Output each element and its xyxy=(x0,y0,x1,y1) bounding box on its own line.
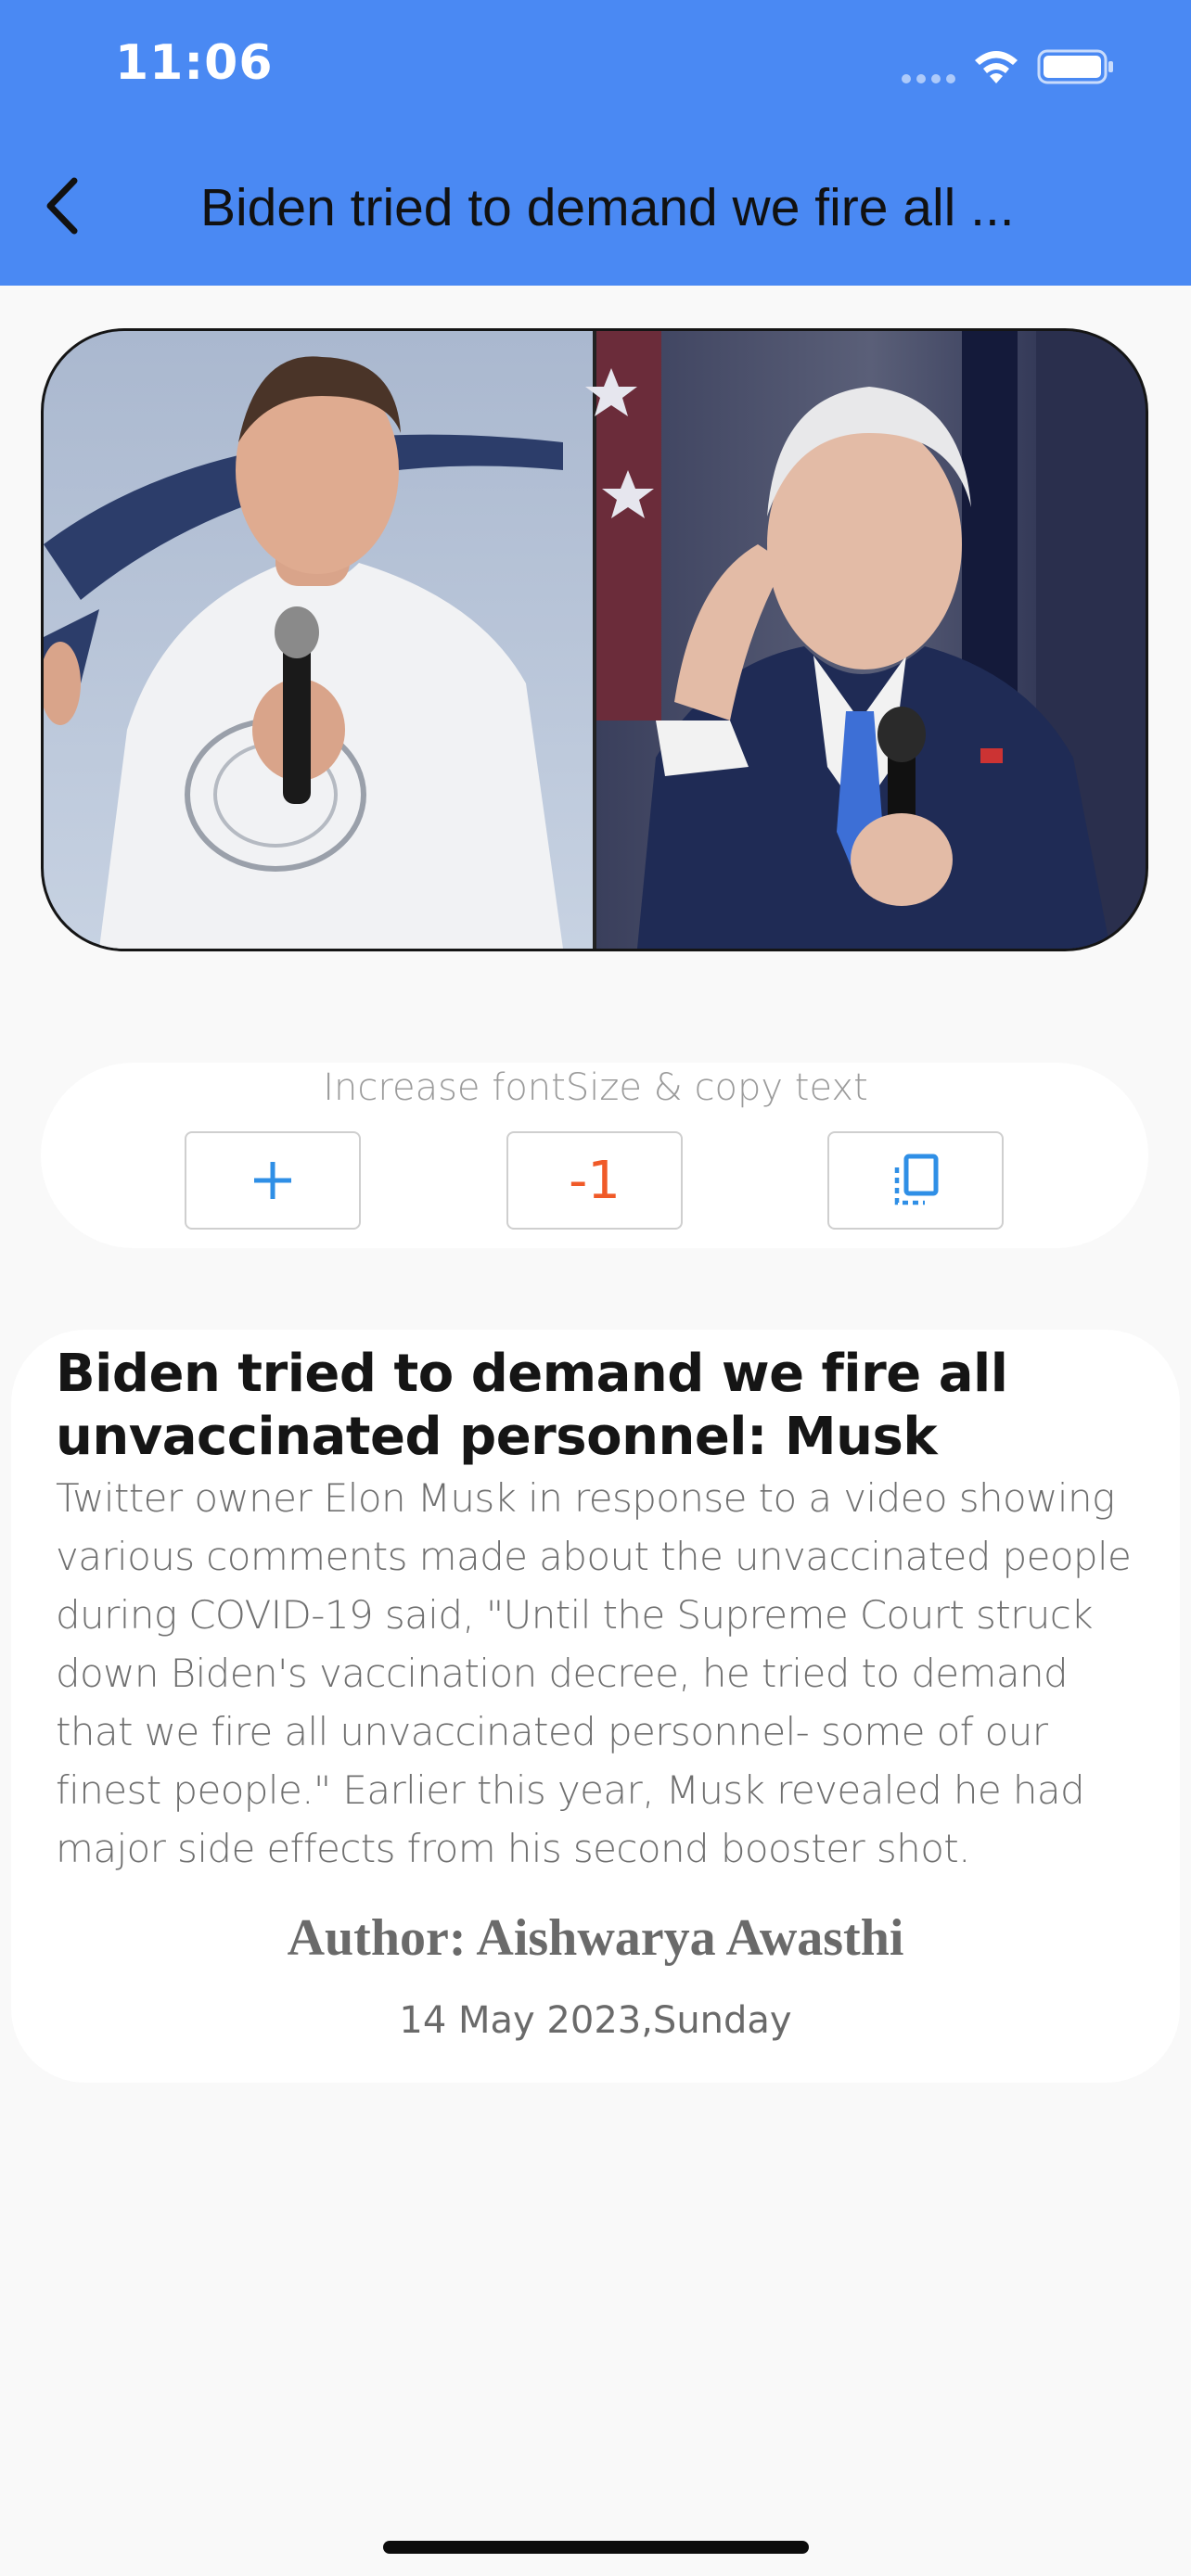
article-author: Author: Aishwarya Awasthi xyxy=(287,1909,904,1967)
controls-caption: Increase fontSize & copy text xyxy=(323,1066,868,1109)
article-body: Twitter owner Elon Musk in response to a… xyxy=(56,1475,1132,1871)
battery-icon xyxy=(1037,49,1113,84)
home-indicator[interactable] xyxy=(383,2541,809,2554)
article-title: Biden tried to demand we fire all unvacc… xyxy=(56,1344,1008,1467)
page-title: Biden tried to demand we fire all ... xyxy=(200,178,1015,237)
copy-text-button[interactable] xyxy=(827,1131,1004,1230)
article-image xyxy=(41,328,1148,951)
article-date: 14 May 2023,Sunday xyxy=(399,1999,792,2042)
chevron-left-icon xyxy=(46,177,78,235)
increase-font-button[interactable] xyxy=(185,1131,361,1230)
plus-icon xyxy=(254,1162,291,1199)
decrease-font-label: -1 xyxy=(569,1150,621,1211)
decrease-font-button[interactable]: -1 xyxy=(506,1131,683,1230)
back-button[interactable] xyxy=(35,172,91,239)
signal-icon xyxy=(902,74,955,83)
status-time: 11:06 xyxy=(115,35,274,91)
wifi-icon xyxy=(975,51,1018,83)
copy-icon xyxy=(894,1154,939,1205)
